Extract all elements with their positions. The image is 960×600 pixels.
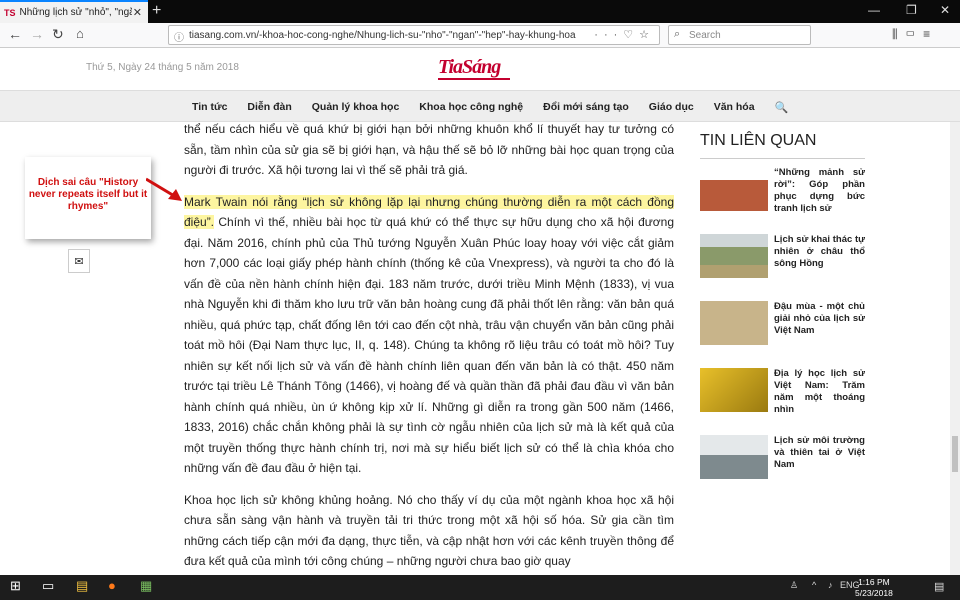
tray-arrow-icon[interactable]: ^: [812, 580, 816, 590]
url-text: tiasang.com.vn/-khoa-hoc-cong-nghe/Nhung…: [189, 29, 576, 41]
new-tab-button[interactable]: +: [152, 2, 161, 20]
tab-close-icon[interactable]: ✕: [133, 6, 142, 19]
callout-text: Dịch sai câu "History never repeats itse…: [28, 177, 148, 212]
article-paragraph: Mark Twain nói rằng “lịch sử không lặp l…: [184, 192, 674, 479]
site-menu-bar: Tin tức Diễn đàn Quản lý khoa học Khoa h…: [0, 90, 960, 122]
menu-item-quan-ly-khoa-hoc[interactable]: Quản lý khoa học: [312, 101, 400, 113]
browser-search-box[interactable]: ⌕ Search: [668, 25, 811, 45]
page-scrollbar[interactable]: [950, 122, 960, 575]
related-title[interactable]: Địa lý học lịch sử Việt Nam: Trăm năm mộ…: [774, 368, 865, 416]
url-actions[interactable]: ···♡☆: [594, 28, 655, 41]
annotation-callout: Dịch sai câu "History never repeats itse…: [25, 157, 151, 239]
firefox-icon[interactable]: ●: [108, 578, 116, 593]
volume-icon[interactable]: ♪: [828, 580, 833, 590]
header-date: Thứ 5, Ngày 24 tháng 5 năm 2018: [86, 62, 239, 73]
related-item[interactable]: Lịch sử khai thác tự nhiên ở châu thổ sô…: [700, 234, 865, 301]
favicon-icon: TS: [4, 7, 16, 18]
related-item[interactable]: “Những mảnh sử rời”: Góp phần phục dựng …: [700, 167, 865, 234]
tab-title: Những lịch sử "nhỏ", "ngắn", "hẹp" ...: [19, 7, 132, 18]
email-icon: ✉: [74, 255, 84, 268]
windows-taskbar: ⊞ ▭ ▤ ● ▦ ♙ ^ ♪ ENG 1:16 PM 5/23/2018 ▤: [0, 575, 960, 600]
sidebar-heading: TIN LIÊN QUAN: [700, 132, 865, 159]
windows-start-icon[interactable]: ⊞: [10, 578, 21, 594]
nav-bar: ← → ↻ ⌂ ⓘ tiasang.com.vn/-khoa-hoc-cong-…: [0, 23, 960, 48]
clock-time: 1:16 PM: [858, 577, 890, 587]
clock-date: 5/23/2018: [855, 588, 893, 598]
taskbar-clock[interactable]: 1:16 PM 5/23/2018: [855, 577, 893, 599]
logo-text: TiaSáng: [438, 56, 501, 78]
related-title[interactable]: Lịch sử môi trường và thiên tai ở Việt N…: [774, 435, 865, 471]
menu-item-khoa-hoc-cong-nghe[interactable]: Khoa học công nghệ: [419, 101, 523, 113]
related-item[interactable]: Đậu mùa - một chủ giải nhỏ của lịch sử V…: [700, 301, 865, 368]
related-item[interactable]: Địa lý học lịch sử Việt Nam: Trăm năm mộ…: [700, 368, 865, 435]
related-thumbnail[interactable]: [700, 368, 768, 412]
back-button[interactable]: ←: [8, 26, 22, 42]
related-item[interactable]: Lịch sử môi trường và thiên tai ở Việt N…: [700, 435, 865, 502]
url-bar[interactable]: ⓘ tiasang.com.vn/-khoa-hoc-cong-nghe/Nhu…: [168, 25, 660, 45]
related-title[interactable]: “Những mảnh sử rời”: Góp phần phục dựng …: [774, 167, 865, 215]
site-info-icon[interactable]: ⓘ: [174, 29, 184, 44]
forward-button[interactable]: →: [30, 26, 44, 42]
search-icon: ⌕: [674, 28, 681, 40]
related-news-sidebar: TIN LIÊN QUAN “Những mảnh sử rời”: Góp p…: [700, 132, 865, 502]
callout-arrow-icon: [146, 177, 182, 201]
email-share-button[interactable]: ✉: [68, 249, 90, 273]
task-view-icon[interactable]: ▭: [42, 578, 54, 594]
browser-tab[interactable]: TS Những lịch sử "nhỏ", "ngắn", "hẹp" ..…: [0, 0, 148, 23]
article-text: Chính vì thế, nhiều bài học từ quá khứ c…: [184, 215, 674, 475]
home-button[interactable]: ⌂: [76, 26, 84, 41]
notification-icon[interactable]: ▤: [934, 580, 944, 593]
logo-underline: [438, 78, 510, 80]
toolbar-icons[interactable]: ⫼▭≡: [892, 27, 938, 42]
menu-item-dien-dan[interactable]: Diễn đàn: [247, 101, 291, 113]
article-paragraph: thể nếu cách hiểu về quá khứ bị giới hạn…: [184, 122, 674, 177]
article-body: thể nếu cách hiểu về quá khứ bị giới hạn…: [184, 119, 674, 583]
related-title[interactable]: Đậu mùa - một chủ giải nhỏ của lịch sử V…: [774, 301, 865, 337]
scrollbar-thumb[interactable]: [952, 436, 958, 472]
site-logo[interactable]: TiaSáng: [438, 56, 510, 80]
site-search-icon[interactable]: 🔍: [775, 101, 789, 114]
search-placeholder: Search: [689, 29, 721, 41]
file-explorer-icon[interactable]: ▤: [76, 578, 88, 594]
minimize-button[interactable]: —: [868, 3, 880, 17]
related-thumbnail[interactable]: [700, 234, 768, 278]
menu-item-giao-duc[interactable]: Giáo dục: [649, 101, 694, 113]
tab-bar: TS Những lịch sử "nhỏ", "ngắn", "hẹp" ..…: [0, 0, 960, 23]
window-close-button[interactable]: ✕: [940, 3, 950, 17]
restore-button[interactable]: ❐: [906, 3, 917, 17]
people-icon[interactable]: ♙: [790, 580, 798, 591]
related-thumbnail[interactable]: [700, 301, 768, 345]
related-thumbnail[interactable]: [700, 167, 768, 211]
menu-item-van-hoa[interactable]: Văn hóa: [714, 101, 755, 113]
related-title[interactable]: Lịch sử khai thác tự nhiên ở châu thổ sô…: [774, 234, 865, 270]
notepad-icon[interactable]: ▦: [140, 578, 152, 594]
menu-item-tin-tuc[interactable]: Tin tức: [192, 101, 227, 113]
menu-item-doi-moi-sang-tao[interactable]: Đổi mới sáng tạo: [543, 101, 629, 113]
article-paragraph: Khoa học lịch sử không khủng hoảng. Nó c…: [184, 492, 674, 569]
site-header: Thứ 5, Ngày 24 tháng 5 năm 2018 TiaSáng: [0, 48, 960, 90]
reload-button[interactable]: ↻: [52, 26, 64, 43]
related-thumbnail[interactable]: [700, 435, 768, 479]
